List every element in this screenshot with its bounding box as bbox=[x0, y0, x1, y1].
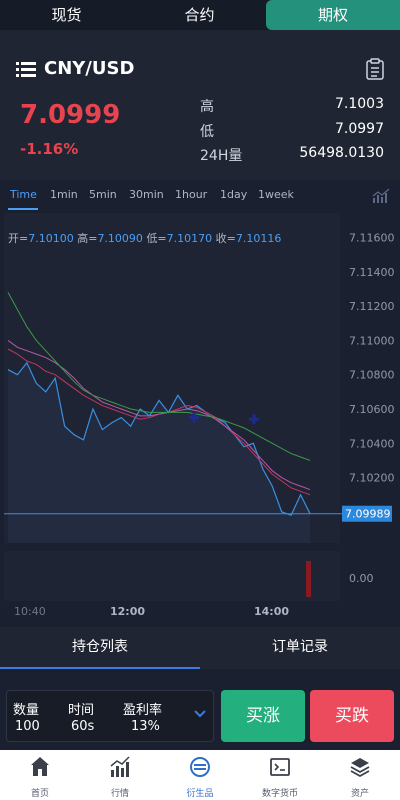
tab-positions[interactable]: 持仓列表 bbox=[0, 627, 200, 669]
volume-tick-label: 0.00 bbox=[349, 572, 374, 585]
period-time[interactable]: Time bbox=[10, 188, 37, 201]
crypto-terminal-icon bbox=[270, 758, 290, 776]
nav-market-label: 行情 bbox=[110, 789, 129, 799]
time-label: 时间 bbox=[68, 703, 95, 718]
y-tick-label: 7.11600 bbox=[349, 232, 395, 245]
y-tick-label: 7.11400 bbox=[349, 266, 395, 279]
home-icon bbox=[31, 757, 49, 776]
chart-canvas[interactable]: 7.11600 7.11400 7.11200 7.11000 7.10800 7.106… bbox=[0, 213, 400, 623]
last-price: 7.0999 bbox=[20, 100, 121, 130]
ohlc-readout: 开=7.10100 高=7.10090 低=7.10170 收=7.10116 bbox=[8, 232, 282, 245]
position-tab-underline bbox=[0, 667, 200, 669]
nav-crypto[interactable]: 数字货币 bbox=[240, 750, 320, 800]
pair-title: CNY/USD bbox=[44, 58, 135, 79]
period-1day[interactable]: 1day bbox=[220, 188, 247, 201]
volume-label: 24H量 bbox=[200, 148, 243, 164]
list-menu-icon[interactable] bbox=[16, 62, 36, 78]
x-tick-label: 10:40 bbox=[14, 605, 46, 618]
period-30min[interactable]: 30min bbox=[129, 188, 164, 201]
period-1hour[interactable]: 1hour bbox=[175, 188, 207, 201]
current-price-label: 7.09989 bbox=[345, 508, 391, 521]
assets-layers-icon bbox=[350, 758, 370, 778]
y-tick-label: 7.10200 bbox=[349, 472, 395, 485]
top-tabs: 现货 合约 期权 bbox=[0, 0, 400, 30]
profit-rate-label: 盈利率 bbox=[123, 703, 163, 718]
tab-spot[interactable]: 现货 bbox=[0, 0, 133, 30]
time-value: 60s bbox=[71, 719, 95, 734]
nav-assets-label: 资产 bbox=[350, 789, 369, 799]
order-settings[interactable]: 数量 100 时间 60s 盈利率 13% bbox=[6, 690, 214, 742]
nav-home-label: 首页 bbox=[30, 789, 49, 799]
chevron-down-icon[interactable] bbox=[193, 709, 207, 719]
tab-options[interactable]: 期权 bbox=[266, 0, 400, 30]
nav-derivatives[interactable]: 衍生品 bbox=[160, 750, 240, 800]
profit-rate-value: 13% bbox=[131, 719, 160, 734]
x-tick-label: 12:00 bbox=[110, 605, 145, 618]
nav-home[interactable]: 首页 bbox=[0, 750, 80, 800]
low-label: 低 bbox=[200, 124, 214, 140]
tab-order-history[interactable]: 订单记录 bbox=[200, 627, 400, 669]
nav-crypto-label: 数字货币 bbox=[261, 789, 298, 799]
document-icon[interactable] bbox=[366, 58, 384, 80]
high-label: 高 bbox=[200, 99, 214, 115]
volume-value: 56498.0130 bbox=[299, 145, 384, 161]
market-chart-icon bbox=[110, 756, 130, 777]
volume-background bbox=[4, 551, 340, 601]
period-tabs: Time 1min 5min 30min 1hour 1day 1week bbox=[0, 180, 400, 212]
x-tick-label: 14:00 bbox=[254, 605, 289, 618]
y-tick-label: 7.10600 bbox=[349, 403, 395, 416]
nav-assets[interactable]: 资产 bbox=[320, 750, 400, 800]
tab-contract[interactable]: 合约 bbox=[133, 0, 266, 30]
quantity-label: 数量 bbox=[13, 703, 40, 718]
ticker-header: CNY/USD 7.0999 -1.16% 高 7.1003 低 7.0997 … bbox=[0, 30, 400, 195]
chart-type-icon[interactable] bbox=[372, 188, 390, 204]
order-panel: 数量 100 时间 60s 盈利率 13% 买涨 买跌 bbox=[0, 680, 400, 750]
buy-up-button[interactable]: 买涨 bbox=[221, 690, 305, 742]
y-tick-label: 7.10400 bbox=[349, 437, 395, 450]
volume-bar bbox=[306, 561, 311, 597]
period-5min[interactable]: 5min bbox=[89, 188, 117, 201]
period-1min[interactable]: 1min bbox=[50, 188, 78, 201]
price-chart[interactable]: 7.11600 7.11400 7.11200 7.11000 7.10800 7.106… bbox=[0, 213, 400, 623]
derivatives-icon bbox=[190, 757, 210, 777]
y-tick-label: 7.11200 bbox=[349, 300, 395, 313]
low-value: 7.0997 bbox=[335, 121, 384, 137]
period-1week[interactable]: 1week bbox=[258, 188, 294, 201]
nav-market[interactable]: 行情 bbox=[80, 750, 160, 800]
quantity-value: 100 bbox=[15, 719, 40, 734]
y-tick-label: 7.10800 bbox=[349, 369, 395, 382]
position-tabs: 持仓列表 订单记录 bbox=[0, 627, 400, 669]
price-change: -1.16% bbox=[20, 140, 79, 158]
bottom-nav: 首页 行情 衍生品 数字货币 资产 bbox=[0, 750, 400, 800]
nav-derivatives-label: 衍生品 bbox=[186, 789, 214, 799]
y-tick-label: 7.11000 bbox=[349, 334, 395, 347]
buy-down-button[interactable]: 买跌 bbox=[310, 690, 394, 742]
period-underline bbox=[8, 208, 38, 210]
high-value: 7.1003 bbox=[335, 96, 384, 112]
